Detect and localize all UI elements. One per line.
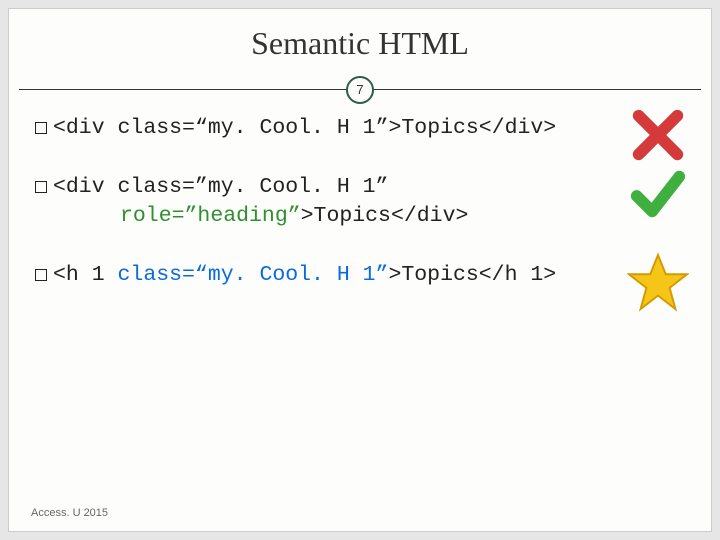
code-text: <div class=”my. Cool. H 1” [53, 175, 388, 199]
slide: Semantic HTML 7 <div class=“my. Cool. H … [8, 8, 712, 532]
title-rule: 7 [9, 76, 711, 104]
cross-icon [627, 104, 689, 166]
code-highlight: role=”heading” [120, 204, 301, 228]
code-example-2: <div class=”my. Cool. H 1” role=”heading… [35, 173, 693, 231]
code-text: >Topics</div> [301, 204, 469, 228]
check-icon [627, 163, 689, 225]
star-icon [627, 251, 689, 313]
code-text: >Topics</h 1> [388, 263, 556, 287]
bullet-icon [35, 122, 47, 134]
code-example-3: <h 1 class=“my. Cool. H 1”>Topics</h 1> [35, 261, 693, 290]
code-indent: role=”heading”>Topics</div> [35, 202, 613, 231]
bullet-icon [35, 269, 47, 281]
code-text: <div class= [53, 116, 195, 140]
slide-body: <div class=“my. Cool. H 1”>Topics</div> … [9, 104, 711, 290]
code-text: “my. Cool. H 1” [195, 116, 389, 140]
slide-title: Semantic HTML [9, 9, 711, 62]
page-number-badge: 7 [346, 76, 374, 104]
bullet-icon [35, 181, 47, 193]
code-example-1: <div class=“my. Cool. H 1”>Topics</div> [35, 114, 693, 143]
code-text: >Topics</div> [388, 116, 556, 140]
code-highlight: class=“my. Cool. H 1” [118, 263, 389, 287]
footer-text: Access. U 2015 [31, 507, 108, 519]
code-text: <h 1 [53, 263, 118, 287]
